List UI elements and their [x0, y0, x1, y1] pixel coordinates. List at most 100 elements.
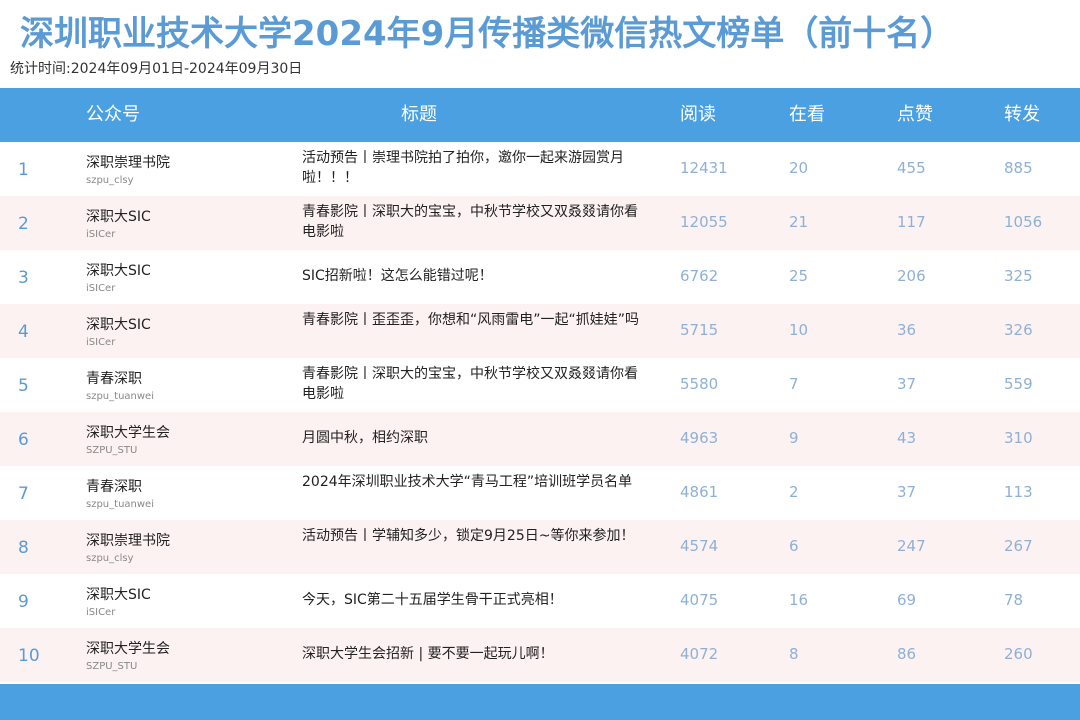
views-cell: 21	[789, 213, 809, 231]
reads-cell: 5715	[680, 321, 719, 339]
table-body: 1 深职崇理书院 szpu_clsy 活动预告丨崇理书院拍了拍你，邀你一起来游园赏月啦…	[0, 142, 1080, 682]
reads-cell: 5580	[680, 375, 719, 393]
col-header-likes: 点赞	[897, 104, 933, 125]
headline-cell: 深职大学生会招新 | 要不要一起玩儿啊！	[302, 646, 554, 662]
col-header-account: 公众号	[86, 104, 140, 125]
account-id: iSICer	[86, 337, 116, 348]
table-row: 3 深职大SIC iSICer SIC招新啦！这怎么能错过呢！ 6762 25 206 325	[0, 250, 1080, 304]
col-header-views: 在看	[789, 104, 825, 125]
account-id: iSICer	[86, 229, 116, 240]
views-cell: 6	[789, 537, 799, 555]
rank-cell: 4	[18, 322, 29, 342]
table-row: 7 青春深职 szpu_tuanwei 2024年深圳职业技术大学“青马工程”培训班学…	[0, 466, 1080, 520]
headline-cell: 活动预告丨崇理书院拍了拍你，邀你一起来游园赏月啦！！！	[302, 150, 624, 186]
views-cell: 8	[789, 645, 799, 663]
headline-cell: 活动预告丨学辅知多少，锁定9月25日~等你来参加！	[302, 528, 635, 544]
account-name: 深职大SIC	[86, 317, 151, 333]
views-cell: 20	[789, 159, 809, 177]
views-cell: 16	[789, 591, 809, 609]
headline-cell: 今天，SIC第二十五届学生骨干正式亮相！	[302, 592, 563, 608]
account-name: 深职大SIC	[86, 587, 151, 603]
shares-cell: 326	[1004, 321, 1033, 339]
likes-cell: 455	[897, 159, 926, 177]
headline-cell: 青春影院丨歪歪歪，你想和“风雨雷电”一起“抓娃娃”吗	[302, 312, 640, 328]
views-cell: 2	[789, 483, 799, 501]
table-row: 5 青春深职 szpu_tuanwei 青春影院丨深职大的宝宝，中秋节学校又双叒叕请你…	[0, 358, 1080, 412]
account-name: 深职大学生会	[86, 641, 170, 657]
headline-cell: 青春影院丨深职大的宝宝，中秋节学校又双叒叕请你看电影啦	[302, 204, 638, 240]
rank-cell: 7	[18, 484, 29, 504]
headline-cell: SIC招新啦！这怎么能错过呢！	[302, 268, 493, 284]
reads-cell: 4072	[680, 645, 719, 663]
likes-cell: 37	[897, 483, 917, 501]
headline-cell: 月圆中秋，相约深职	[302, 430, 428, 446]
reads-cell: 12055	[680, 213, 728, 231]
account-name: 深职崇理书院	[86, 155, 170, 171]
account-name: 深职崇理书院	[86, 533, 170, 549]
table-row: 9 深职大SIC iSICer 今天，SIC第二十五届学生骨干正式亮相！ 4075 16 6…	[0, 574, 1080, 628]
likes-cell: 86	[897, 645, 917, 663]
likes-cell: 36	[897, 321, 917, 339]
table-row: 6 深职大学生会 SZPU_STU 月圆中秋，相约深职 4963 9 43 310	[0, 412, 1080, 466]
account-id: iSICer	[86, 283, 116, 294]
rank-cell: 9	[18, 592, 29, 612]
account-id: szpu_tuanwei	[86, 391, 154, 402]
headline-cell: 2024年深圳职业技术大学“青马工程”培训班学员名单	[302, 474, 633, 490]
shares-cell: 325	[1004, 267, 1033, 285]
shares-cell: 260	[1004, 645, 1033, 663]
likes-cell: 69	[897, 591, 917, 609]
rank-cell: 6	[18, 430, 29, 450]
shares-cell: 559	[1004, 375, 1033, 393]
shares-cell: 310	[1004, 429, 1033, 447]
table-row: 10 深职大学生会 SZPU_STU 深职大学生会招新 | 要不要一起玩儿啊！ 4072…	[0, 628, 1080, 682]
reads-cell: 4963	[680, 429, 719, 447]
rank-cell: 2	[18, 214, 29, 234]
account-id: szpu_tuanwei	[86, 499, 154, 510]
account-name: 深职大SIC	[86, 209, 151, 225]
reads-cell: 12431	[680, 159, 728, 177]
shares-cell: 1056	[1004, 213, 1043, 231]
table-header: 公众号 标题 阅读 在看 点赞 转发	[0, 88, 1080, 142]
rank-cell: 3	[18, 268, 29, 288]
account-name: 青春深职	[86, 371, 142, 387]
views-cell: 10	[789, 321, 809, 339]
shares-cell: 267	[1004, 537, 1033, 555]
footer-bar	[0, 684, 1080, 720]
account-id: SZPU_STU	[86, 445, 138, 456]
shares-cell: 78	[1004, 591, 1024, 609]
rank-cell: 1	[18, 160, 29, 180]
reads-cell: 4574	[680, 537, 719, 555]
col-header-reads: 阅读	[680, 104, 716, 125]
likes-cell: 247	[897, 537, 926, 555]
shares-cell: 113	[1004, 483, 1033, 501]
headline-cell: 青春影院丨深职大的宝宝，中秋节学校又双叒叕请你看电影啦	[302, 366, 638, 402]
stats-period: 统计时间:2024年09月01日-2024年09月30日	[10, 61, 303, 77]
col-header-headline: 标题	[401, 104, 437, 125]
reads-cell: 4861	[680, 483, 719, 501]
views-cell: 25	[789, 267, 809, 285]
views-cell: 7	[789, 375, 799, 393]
rank-cell: 5	[18, 376, 29, 396]
account-name: 深职大学生会	[86, 425, 170, 441]
ranking-table: 公众号 标题 阅读 在看 点赞 转发 1 深职崇理书院 szpu_clsy 活动预告丨…	[0, 88, 1080, 682]
likes-cell: 117	[897, 213, 926, 231]
likes-cell: 206	[897, 267, 926, 285]
likes-cell: 37	[897, 375, 917, 393]
page-title: 深圳职业技术大学2024年9月传播类微信热文榜单（前十名）	[20, 14, 955, 54]
account-id: iSICer	[86, 607, 116, 618]
account-name: 深职大SIC	[86, 263, 151, 279]
account-id: SZPU_STU	[86, 661, 138, 672]
views-cell: 9	[789, 429, 799, 447]
table-row: 4 深职大SIC iSICer 青春影院丨歪歪歪，你想和“风雨雷电”一起“抓娃娃”吗 5…	[0, 304, 1080, 358]
table-row: 1 深职崇理书院 szpu_clsy 活动预告丨崇理书院拍了拍你，邀你一起来游园赏月啦…	[0, 142, 1080, 196]
account-id: szpu_clsy	[86, 175, 134, 186]
table-row: 8 深职崇理书院 szpu_clsy 活动预告丨学辅知多少，锁定9月25日~等你来参加…	[0, 520, 1080, 574]
account-name: 青春深职	[86, 479, 142, 495]
reads-cell: 4075	[680, 591, 719, 609]
table-row: 2 深职大SIC iSICer 青春影院丨深职大的宝宝，中秋节学校又双叒叕请你看电影啦…	[0, 196, 1080, 250]
reads-cell: 6762	[680, 267, 719, 285]
rank-cell: 8	[18, 538, 29, 558]
likes-cell: 43	[897, 429, 917, 447]
col-header-shares: 转发	[1004, 104, 1040, 125]
account-id: szpu_clsy	[86, 553, 134, 564]
